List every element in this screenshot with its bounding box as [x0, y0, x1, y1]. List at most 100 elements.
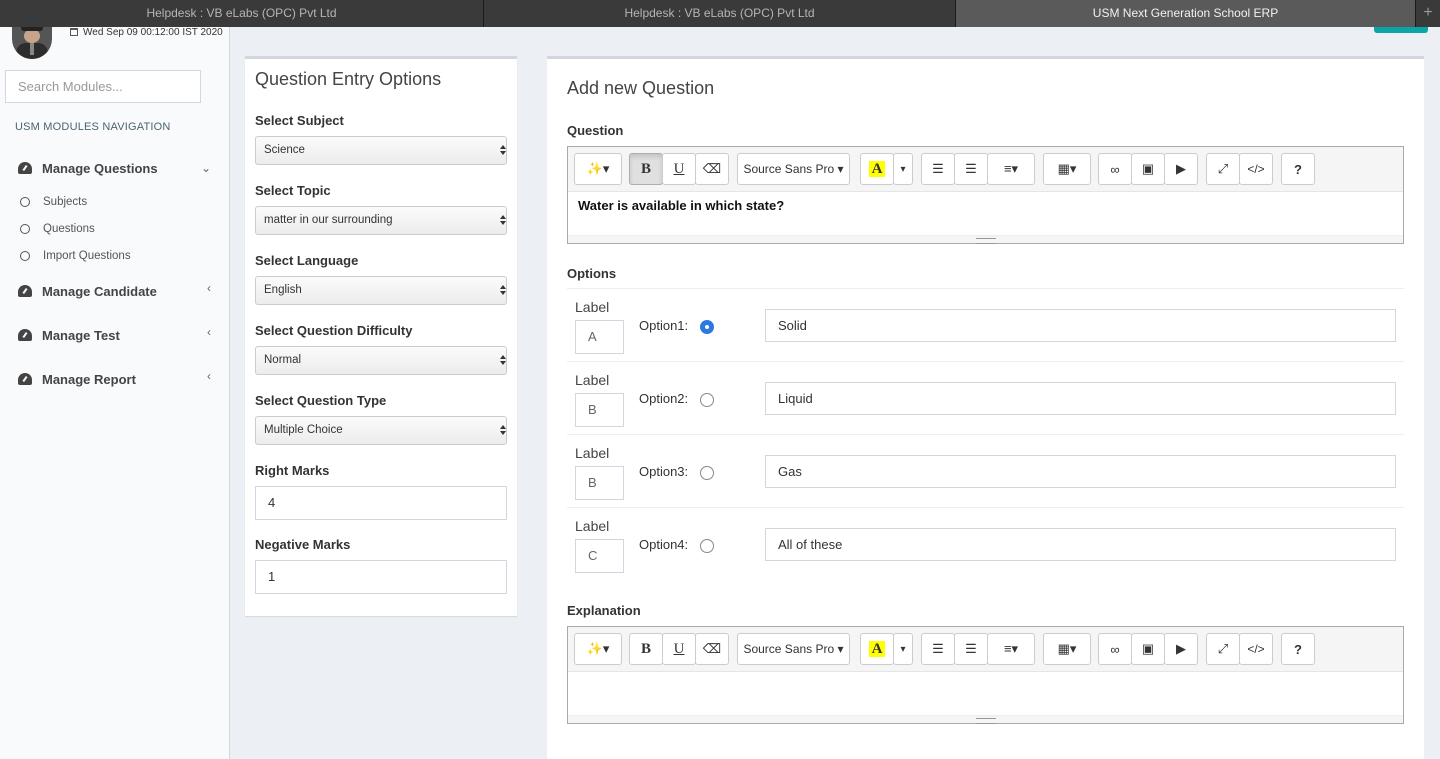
- select-difficulty-label: Select Question Difficulty: [255, 323, 413, 338]
- numbered-list-icon[interactable]: ☰: [954, 633, 988, 665]
- language-select[interactable]: English: [255, 276, 507, 305]
- option-radio[interactable]: [700, 393, 714, 407]
- avatar: [12, 27, 52, 59]
- highlight-dropdown[interactable]: ▾: [893, 633, 913, 665]
- sidebar-item-manage-questions[interactable]: Manage Questions ⌄: [0, 148, 229, 188]
- topic-select[interactable]: matter in our surrounding: [255, 206, 507, 235]
- negative-marks-input[interactable]: 1: [255, 560, 507, 594]
- resize-handle-icon[interactable]: [568, 715, 1403, 724]
- highlight-icon: A: [869, 641, 885, 657]
- image-icon[interactable]: ▣: [1131, 633, 1165, 665]
- option-value-input[interactable]: Gas: [765, 455, 1396, 488]
- sidebar-subitem-label: Questions: [43, 222, 95, 235]
- sidebar-subitem-import-questions[interactable]: Import Questions: [0, 242, 229, 269]
- options-label: Options: [567, 266, 617, 281]
- browser-tab-helpdesk-1[interactable]: Helpdesk : VB eLabs (OPC) Pvt Ltd: [0, 0, 484, 27]
- right-marks-input[interactable]: 4: [255, 486, 507, 520]
- sidebar: Wed Sep 09 00:12:00 IST 2020 USM MODULES…: [0, 27, 230, 759]
- explanation-text[interactable]: [568, 672, 1403, 715]
- sidebar-subitem-subjects[interactable]: Subjects: [0, 188, 229, 215]
- underline-button[interactable]: U: [662, 633, 696, 665]
- sidebar-item-manage-candidate[interactable]: Manage Candidate ‹: [0, 269, 229, 313]
- panel-title: Question Entry Options: [255, 69, 442, 89]
- option-label-caption: Label: [575, 518, 610, 534]
- option-radio[interactable]: [700, 539, 714, 553]
- option-row: Label B Option3: Gas: [567, 435, 1404, 508]
- image-icon[interactable]: ▣: [1131, 153, 1165, 185]
- bullet-list-icon[interactable]: ☰: [921, 153, 955, 185]
- question-text[interactable]: Water is available in which state?: [568, 192, 1403, 235]
- chevron-left-icon: ‹: [207, 325, 211, 339]
- option-radio[interactable]: [700, 466, 714, 480]
- search-modules-input[interactable]: [5, 70, 201, 103]
- font-family-dropdown[interactable]: Source Sans Pro ▾: [737, 633, 850, 665]
- bold-button[interactable]: B: [629, 153, 663, 185]
- top-action-button[interactable]: [1374, 27, 1428, 33]
- link-icon[interactable]: ∞: [1098, 153, 1132, 185]
- dashboard-icon: [18, 373, 32, 385]
- language-select-value: English: [264, 284, 302, 296]
- option-label-input[interactable]: C: [575, 539, 624, 573]
- resize-handle-icon[interactable]: [568, 235, 1403, 244]
- option-value-input[interactable]: Liquid: [765, 382, 1396, 415]
- eraser-icon[interactable]: ⌫: [695, 633, 729, 665]
- panel-title: Add new Question: [567, 78, 715, 98]
- fullscreen-icon[interactable]: ⤢: [1206, 633, 1240, 665]
- chevron-left-icon: ‹: [207, 281, 211, 295]
- option-value-input[interactable]: Solid: [765, 309, 1396, 342]
- highlight-icon: A: [869, 161, 885, 177]
- option-row: Label A Option1: Solid: [567, 289, 1404, 362]
- bullet-list-icon[interactable]: ☰: [921, 633, 955, 665]
- bold-button[interactable]: B: [629, 633, 663, 665]
- sidebar-subitem-questions[interactable]: Questions: [0, 215, 229, 242]
- question-editor: ✨▾ B U ⌫ Source Sans Pro ▾ A ▾ ☰ ☰ ≡▾ ▦▾…: [567, 146, 1404, 244]
- table-icon[interactable]: ▦▾: [1043, 633, 1091, 665]
- help-button[interactable]: ?: [1281, 633, 1315, 665]
- underline-button[interactable]: U: [662, 153, 696, 185]
- video-icon[interactable]: ▶: [1164, 633, 1198, 665]
- eraser-icon[interactable]: ⌫: [695, 153, 729, 185]
- sidebar-menu: Manage Questions ⌄ Subjects Questions Im…: [0, 148, 229, 401]
- code-view-button[interactable]: </>: [1239, 153, 1273, 185]
- sidebar-item-label: Manage Questions: [42, 160, 158, 176]
- code-view-button[interactable]: </>: [1239, 633, 1273, 665]
- font-family-dropdown[interactable]: Source Sans Pro ▾: [737, 153, 850, 185]
- video-icon[interactable]: ▶: [1164, 153, 1198, 185]
- circle-icon: [20, 250, 30, 261]
- select-subject-label: Select Subject: [255, 113, 344, 128]
- numbered-list-icon[interactable]: ☰: [954, 153, 988, 185]
- highlight-color-button[interactable]: A: [860, 153, 894, 185]
- question-type-select[interactable]: Multiple Choice: [255, 416, 507, 445]
- link-icon[interactable]: ∞: [1098, 633, 1132, 665]
- difficulty-select[interactable]: Normal: [255, 346, 507, 375]
- highlight-dropdown[interactable]: ▾: [893, 153, 913, 185]
- magic-wand-icon[interactable]: ✨▾: [574, 633, 622, 665]
- align-dropdown-icon[interactable]: ≡▾: [987, 153, 1035, 185]
- browser-tab-helpdesk-2[interactable]: Helpdesk : VB eLabs (OPC) Pvt Ltd: [484, 0, 956, 27]
- sidebar-subitem-label: Import Questions: [43, 249, 131, 262]
- dashboard-icon: [18, 329, 32, 341]
- add-question-panel: Add new Question Question ✨▾ B U ⌫ Sourc…: [547, 56, 1424, 759]
- option-radio[interactable]: [700, 320, 714, 334]
- fullscreen-icon[interactable]: ⤢: [1206, 153, 1240, 185]
- editor-toolbar: ✨▾ B U ⌫ Source Sans Pro ▾ A ▾ ☰ ☰ ≡▾ ▦▾…: [568, 147, 1403, 192]
- sidebar-item-label: Manage Test: [42, 327, 120, 343]
- highlight-color-button[interactable]: A: [860, 633, 894, 665]
- magic-wand-icon[interactable]: ✨▾: [574, 153, 622, 185]
- difficulty-select-value: Normal: [264, 354, 302, 366]
- table-icon[interactable]: ▦▾: [1043, 153, 1091, 185]
- align-dropdown-icon[interactable]: ≡▾: [987, 633, 1035, 665]
- option-value-input[interactable]: All of these: [765, 528, 1396, 561]
- font-family-value: Source Sans Pro: [743, 162, 835, 176]
- browser-tab-erp-active[interactable]: USM Next Generation School ERP: [956, 0, 1416, 27]
- subject-select[interactable]: Science: [255, 136, 507, 165]
- nav-header: USM MODULES NAVIGATION: [15, 121, 171, 133]
- help-button[interactable]: ?: [1281, 153, 1315, 185]
- option-label-input[interactable]: B: [575, 393, 624, 427]
- option-label-input[interactable]: B: [575, 466, 624, 500]
- sidebar-item-manage-report[interactable]: Manage Report ‹: [0, 357, 229, 401]
- select-topic-label: Select Topic: [255, 183, 331, 198]
- plus-icon[interactable]: +: [1416, 0, 1440, 27]
- sidebar-item-manage-test[interactable]: Manage Test ‹: [0, 313, 229, 357]
- option-label-input[interactable]: A: [575, 320, 624, 354]
